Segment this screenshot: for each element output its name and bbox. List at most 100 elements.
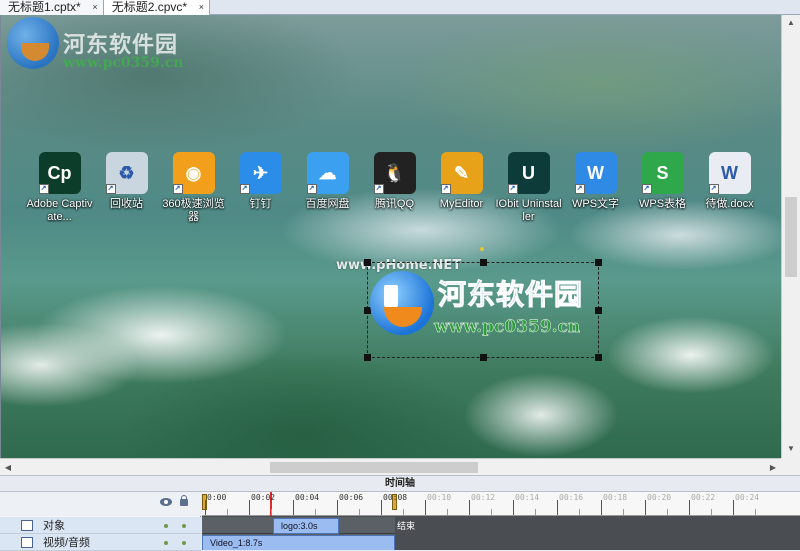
ruler-major-tick [337, 500, 338, 515]
desktop-icon-item[interactable]: ☁ ↗ 百度网盘 [294, 152, 361, 224]
selected-logo-object[interactable]: 河东软件园 www.pc0359.cn [364, 259, 602, 361]
icon-glyph: Cp [47, 162, 72, 183]
resize-handle-right[interactable] [595, 307, 602, 314]
lock-dot-icon[interactable] [182, 524, 186, 528]
ruler-major-tick [249, 500, 250, 515]
tab-label: 无标题1.cptx* [8, 0, 81, 14]
browser-360-icon: ◉ ↗ [172, 152, 215, 194]
resize-handle-bottom-right[interactable] [595, 354, 602, 361]
resize-handle-top-left[interactable] [364, 259, 371, 266]
icon-glyph: ✎ [453, 162, 470, 183]
desktop-icon-item[interactable]: ✎ ↗ MyEditor [428, 152, 495, 224]
desktop-icon-label: 百度网盘 [305, 198, 350, 210]
myeditor-icon: ✎ ↗ [440, 152, 483, 194]
ruler-major-tick [381, 500, 382, 515]
icon-glyph: ♻ [118, 162, 135, 183]
scroll-right-icon[interactable]: ▶ [765, 459, 781, 476]
desktop-icon-item[interactable]: U ↗ IObit Uninstaller [495, 152, 562, 224]
ruler-minor-tick [579, 509, 580, 515]
desktop-icon-item[interactable]: 🐧 ↗ 腾讯QQ [361, 152, 428, 224]
tab-document-2[interactable]: 无标题2.cpvc* × [103, 0, 211, 15]
ruler-tick-label: 00:02 [251, 493, 276, 502]
logo-emblem-icon [370, 271, 434, 335]
ruler-tick-label: 00:10 [427, 493, 452, 502]
resize-handle-bottom-left[interactable] [364, 354, 371, 361]
end-label: 结束 [397, 521, 416, 531]
desktop-icon-label: 腾讯QQ [374, 198, 415, 210]
ruler-tick-label: 0:00 [207, 493, 227, 502]
shortcut-arrow-icon: ↗ [708, 184, 719, 194]
lock-dot-icon[interactable] [182, 541, 186, 545]
baidu-netdisk-icon: ☁ ↗ [306, 152, 349, 194]
watermark-logo-icon [7, 17, 59, 69]
vertical-scrollbar[interactable]: ▲ ▼ [781, 15, 800, 458]
desktop-icon-item[interactable]: W ↗ WPS文字 [562, 152, 629, 224]
ruler-minor-tick [227, 509, 228, 515]
close-icon[interactable]: × [199, 0, 204, 15]
wps-writer-icon: W ↗ [574, 152, 617, 194]
shortcut-arrow-icon: ↗ [373, 184, 384, 194]
horizontal-scroll-thumb[interactable] [270, 462, 478, 473]
logo-url: www.pc0359.cn [434, 317, 581, 337]
desktop-icon-item[interactable]: W ↗ 待做.docx [696, 152, 763, 224]
desktop-icon-item[interactable]: ♻ ↗ 回收站 [93, 152, 160, 224]
ruler-major-tick [601, 500, 602, 515]
resize-handle-top-right[interactable] [595, 259, 602, 266]
desktop-icon-item[interactable]: ◉ ↗ 360极速浏览器 [160, 152, 227, 224]
document-tab-bar: 无标题1.cptx* × 无标题2.cpvc* × [0, 0, 800, 15]
video-lane: Video_1:8.7s [202, 534, 395, 550]
scroll-corner [781, 458, 800, 475]
visibility-dot-icon[interactable] [164, 541, 168, 545]
horizontal-scrollbar[interactable]: ◀ ▶ [0, 458, 781, 475]
resize-handle-top[interactable] [480, 259, 487, 266]
logo-clip[interactable]: logo:3.0s [273, 518, 339, 534]
desktop-icon-label: 回收站 [110, 198, 143, 210]
ruler-major-tick [645, 500, 646, 515]
dingtalk-icon: ✈ ↗ [239, 152, 282, 194]
desktop-icon-label: 钉钉 [249, 198, 272, 210]
timeline-track-list: 对象 视频/音频 [0, 492, 201, 551]
desktop-icon-item[interactable]: ✈ ↗ 钉钉 [227, 152, 294, 224]
shortcut-arrow-icon: ↗ [239, 184, 250, 194]
video-track-icon [21, 536, 33, 548]
ruler-tick-label: 00:18 [603, 493, 628, 502]
track-row-object[interactable]: 对象 [0, 517, 201, 534]
ruler-minor-tick [491, 509, 492, 515]
desktop-icon-item[interactable]: Cp ↗ Adobe Captivate... [26, 152, 93, 224]
timeline-panel-title: 时间轴 [0, 475, 800, 492]
shortcut-arrow-icon: ↗ [172, 184, 183, 194]
scroll-up-icon[interactable]: ▲ [782, 15, 800, 31]
eye-icon[interactable] [160, 498, 172, 506]
ruler-tick-label: 00:16 [559, 493, 584, 502]
track-name: 视频/音频 [43, 537, 91, 549]
scroll-left-icon[interactable]: ◀ [0, 459, 16, 476]
desktop-icon-item[interactable]: S ↗ WPS表格 [629, 152, 696, 224]
video-clip[interactable]: Video_1:8.7s [202, 535, 395, 550]
ruler-major-tick [689, 500, 690, 515]
track-row-video-audio[interactable]: 视频/音频 [0, 534, 201, 551]
scroll-down-icon[interactable]: ▼ [782, 441, 800, 457]
vertical-scroll-thumb[interactable] [785, 197, 797, 277]
desktop-icon-label: WPS表格 [638, 198, 687, 210]
close-icon[interactable]: × [92, 0, 97, 15]
shortcut-arrow-icon: ↗ [641, 184, 652, 194]
timeline-ruler[interactable]: 0:00 00:02 00:04 00:06 00:08 00:10 00:12 00:14 0… [202, 492, 800, 516]
ruler-minor-tick [755, 509, 756, 515]
icon-glyph: ✈ [252, 162, 269, 183]
rotation-handle[interactable] [480, 247, 484, 251]
lock-icon[interactable] [180, 495, 188, 506]
ruler-minor-tick [623, 509, 624, 515]
ruler-major-tick [425, 500, 426, 515]
timeline-area[interactable]: 0:00 00:02 00:04 00:06 00:08 00:10 00:12 00:14 0… [202, 492, 800, 550]
visibility-dot-icon[interactable] [164, 524, 168, 528]
tab-label: 无标题2.cpvc* [111, 0, 188, 14]
tab-document-1[interactable]: 无标题1.cptx* × [0, 0, 104, 15]
ruler-minor-tick [667, 509, 668, 515]
shortcut-arrow-icon: ↗ [306, 184, 317, 194]
object-lane: logo:3.0s [202, 517, 395, 534]
ruler-major-tick [733, 500, 734, 515]
ruler-major-tick [513, 500, 514, 515]
stage-canvas[interactable]: 河东软件园 www.pc0359.cn Cp ↗ Adobe Captivate..… [0, 15, 781, 458]
icon-glyph: ◉ [185, 162, 202, 183]
resize-handle-bottom[interactable] [480, 354, 487, 361]
